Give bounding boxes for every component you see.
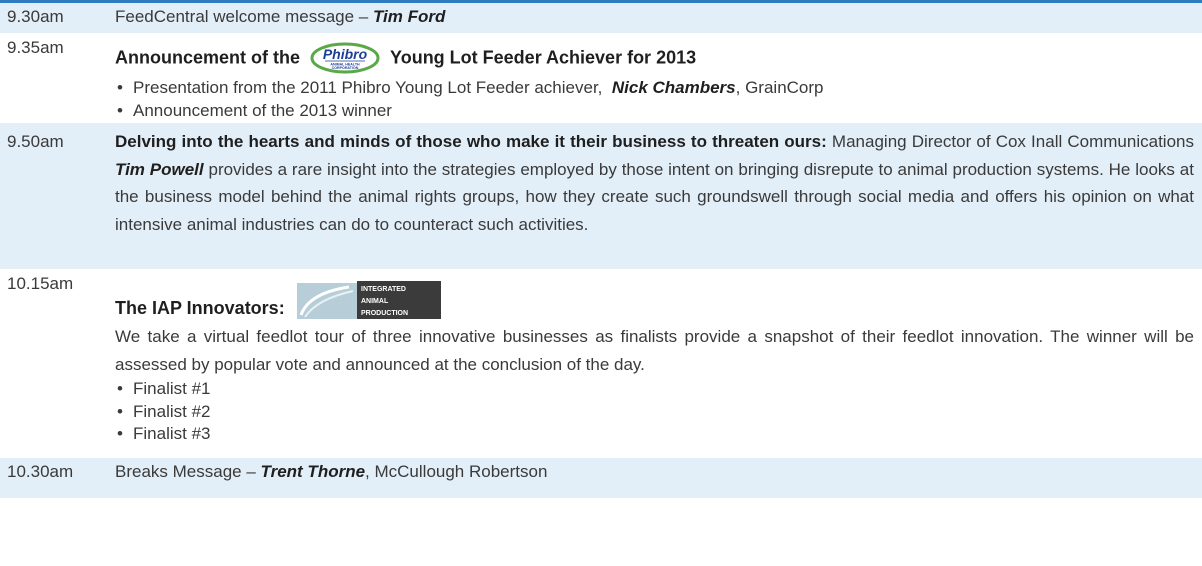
- agenda-title-line: The IAP Innovators: INTEGRATED ANIMAL PR…: [115, 277, 1194, 319]
- list-item: • Finalist #2: [117, 401, 211, 421]
- agenda-time: 9.50am: [7, 132, 64, 151]
- phibro-logo-text: Phibro: [323, 46, 368, 62]
- agenda-content: Delving into the hearts and minds of tho…: [115, 132, 1194, 234]
- agenda-row-1015: 10.15am The IAP Innovators: INTEGRATED A…: [0, 273, 1202, 458]
- agenda-time: 9.30am: [7, 7, 64, 26]
- agenda-title: The IAP Innovators:: [115, 298, 285, 318]
- iap-logo-line2: ANIMAL: [361, 298, 389, 305]
- agenda-title-cont: Young Lot Feeder Achiever for 2013: [390, 47, 697, 68]
- agenda-content: Announcement of the Phibro ANIMAL HEALTH…: [115, 36, 1194, 123]
- agenda-title-line: Announcement of the Phibro ANIMAL HEALTH…: [115, 42, 1194, 76]
- agenda-bullets: • Finalist #1 • Finalist #2 • Finalist #3: [115, 378, 1194, 446]
- list-item: • Announcement of the 2013 winner: [117, 100, 392, 120]
- speaker-name: Trent Thorne: [260, 462, 366, 481]
- phibro-logo: Phibro ANIMAL HEALTH CORPORATION: [309, 42, 381, 74]
- list-item: • Finalist #3: [117, 424, 211, 443]
- list-item: • Finalist #1: [117, 379, 211, 398]
- agenda-content: The IAP Innovators: INTEGRATED ANIMAL PR…: [115, 274, 1194, 458]
- speaker-name: Nick Chambers: [611, 78, 736, 97]
- agenda-content: Breaks Message – Trent Thorne, McCulloug…: [115, 462, 548, 481]
- agenda-row-0935: 9.35am Announcement of the Phibro ANIMAL…: [0, 36, 1202, 123]
- agenda-content: FeedCentral welcome message – Tim Ford: [115, 7, 1194, 33]
- agenda-title: Announcement of the: [115, 47, 300, 68]
- iap-logo-line1: INTEGRATED: [361, 286, 406, 293]
- list-item: • Presentation from the 2011 Phibro Young…: [117, 78, 824, 97]
- speaker-name: Tim Powell: [115, 159, 204, 179]
- agenda-description: We take a virtual feedlot tour of three …: [115, 327, 1194, 374]
- phibro-logo-sub2: CORPORATION: [332, 66, 359, 70]
- agenda-title: Delving into the hearts and minds of tho…: [115, 132, 827, 151]
- agenda-time: 9.35am: [7, 38, 64, 57]
- iap-logo: INTEGRATED ANIMAL PRODUCTION: [291, 277, 442, 319]
- agenda-bullets: • Presentation from the 2011 Phibro Young…: [115, 77, 1194, 122]
- agenda-row-0950: 9.50am Delving into the hearts and minds…: [0, 123, 1202, 269]
- agenda-time: 10.30am: [7, 462, 74, 481]
- agenda-row-0930: 9.30am FeedCentral welcome message – Tim…: [0, 3, 1202, 33]
- speaker-name: Tim Ford: [372, 7, 446, 26]
- agenda-text: FeedCentral welcome message –: [115, 7, 373, 26]
- iap-logo-line3: PRODUCTION: [361, 310, 408, 317]
- agenda-row-1030: 10.30am Breaks Message – Trent Thorne, M…: [0, 458, 1202, 498]
- agenda-time: 10.15am: [7, 274, 74, 293]
